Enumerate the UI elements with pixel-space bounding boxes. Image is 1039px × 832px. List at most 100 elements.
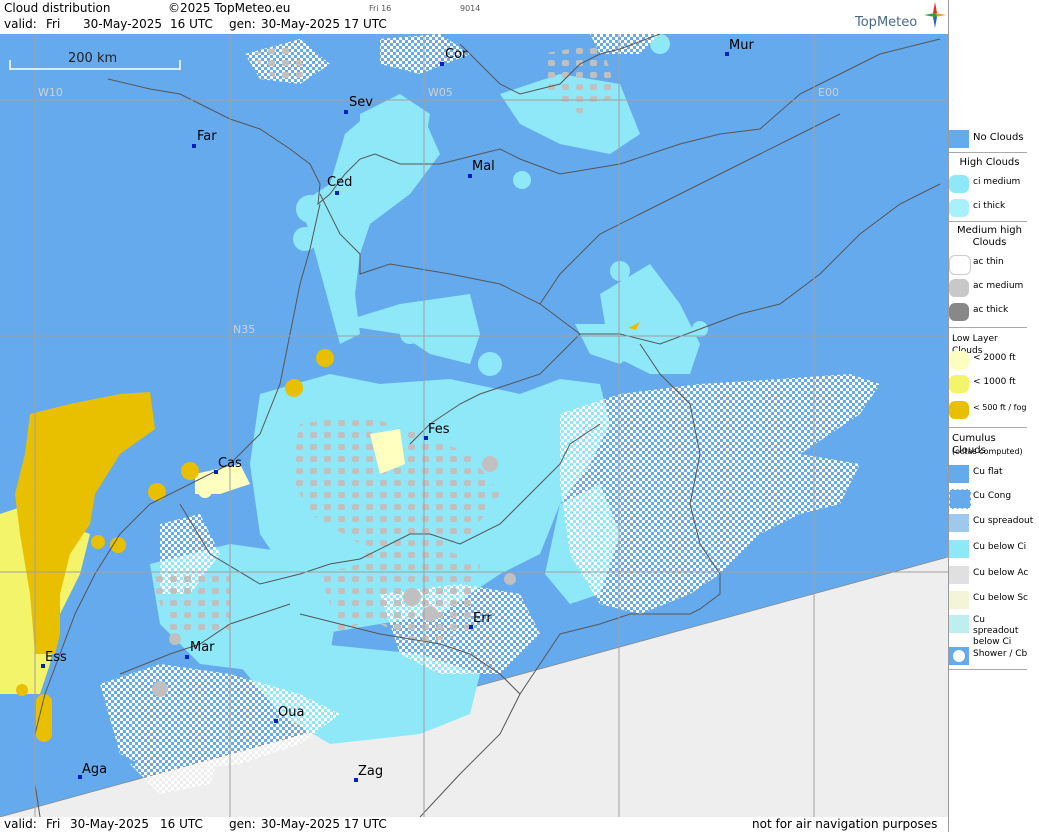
legend-label: Cu Cong (973, 491, 1012, 501)
legend-swatch (949, 465, 969, 483)
legend-no-clouds: No Clouds (949, 128, 1027, 150)
scale-label: 200 km (68, 51, 118, 66)
footer-note: not for air navigation purposes (752, 817, 938, 831)
legend-label: Shower / Cb (973, 649, 1028, 659)
legend-label: ci thick (973, 201, 1006, 211)
legend-swatch (949, 175, 969, 193)
city-dot (440, 62, 444, 66)
valid-day: Fri (46, 17, 61, 31)
valid-time: 16 UTC (170, 17, 213, 31)
legend-label: < 1000 ft (973, 377, 1016, 387)
footer-valid-date: 30-May-2025 (70, 817, 150, 831)
city-aga: Aga (82, 762, 108, 777)
legend-ac-thick: ac thick (949, 301, 1027, 323)
legend-swatch (949, 199, 969, 217)
city-mur: Mur (729, 38, 754, 53)
legend-swatch (949, 540, 969, 558)
legend-cu-below-sc: Cu below Sc (949, 589, 1028, 611)
valid-label: valid: (4, 17, 37, 31)
city-dot (468, 174, 472, 178)
legend-ci-medium: ci medium (949, 173, 1027, 195)
map-header: Cloud distribution ©2025 TopMeteo.eu Fri… (0, 0, 948, 34)
legend-swatch (949, 566, 969, 584)
city-sev: Sev (349, 95, 373, 110)
header-tag-code: 9014 (460, 4, 481, 13)
legend-low-1000: < 1000 ft (949, 373, 1027, 395)
legend-cu-below-ac: Cu below Ac (949, 564, 1029, 586)
header-tag-day: Fri 16 (369, 4, 392, 13)
legend-label: Cu below Ci (973, 542, 1027, 552)
valid-date: 30-May-2025 (83, 17, 163, 31)
map-legend: No Clouds High Clouds ci medium ci thick… (948, 0, 1039, 832)
legend-cu-flat: Cu flat (949, 463, 1027, 485)
legend-octas: (octas computed) (952, 447, 1023, 456)
footer-gen-value: 30-May-2025 17 UTC (261, 817, 387, 831)
city-dot (335, 191, 339, 195)
city-fes: Fes (428, 422, 450, 437)
compass-icon (924, 2, 946, 28)
legend-swatch (949, 401, 969, 419)
copyright: ©2025 TopMeteo.eu (168, 1, 291, 15)
legend-label: Cu below Ac (973, 568, 1029, 578)
legend-swatch (949, 303, 969, 321)
city-mar: Mar (190, 640, 215, 655)
legend-ac-medium: ac medium (949, 277, 1027, 299)
legend-cu-spreadout: Cu spreadout (949, 512, 1033, 534)
city-oua: Oua (278, 705, 305, 720)
legend-swatch (949, 130, 969, 148)
grid-label-w10: W10 (38, 86, 63, 99)
legend-ac-thin: ac thin (949, 253, 1027, 275)
legend-shower-cb: Shower / Cb (949, 645, 1027, 667)
map-footer: valid: Fri 30-May-2025 16 UTC gen: 30-Ma… (0, 817, 948, 832)
legend-label: Cu spreadout (973, 516, 1034, 526)
legend-cu-cong: Cu Cong (949, 487, 1027, 509)
legend-cu-below-ci: Cu below Ci (949, 538, 1027, 560)
gen-value: 30-May-2025 17 UTC (261, 17, 387, 31)
legend-swatch (949, 489, 971, 509)
city-ess: Ess (45, 650, 67, 665)
legend-label: Cu below Sc (973, 593, 1028, 603)
footer-valid-day: Fri (46, 817, 61, 831)
city-dot (192, 144, 196, 148)
grid-label-w05: W05 (428, 86, 453, 99)
legend-fog: < 500 ft / fog (949, 399, 1027, 421)
legend-low-2000: < 2000 ft (949, 349, 1027, 371)
city-mal: Mal (472, 159, 495, 174)
cloud-map[interactable]: 200 km W10 W05 E00 N35 Cor Mur Sev Far M… (0, 34, 948, 817)
city-dot (344, 110, 348, 114)
city-cas: Cas (218, 456, 242, 471)
legend-heading-medium: Medium high Clouds (957, 225, 1022, 248)
legend-swatch (949, 255, 971, 275)
legend-swatch (949, 647, 969, 665)
legend-ci-thick: ci thick (949, 197, 1027, 219)
legend-swatch (949, 514, 969, 532)
gen-label: gen: (229, 17, 256, 31)
city-ced: Ced (327, 175, 353, 190)
city-zag: Zag (358, 764, 384, 779)
legend-heading-high: High Clouds (959, 157, 1020, 168)
city-far: Far (197, 129, 217, 144)
map-title: Cloud distribution (4, 1, 111, 15)
city-dot (185, 655, 189, 659)
legend-label: ac thin (973, 257, 1004, 267)
legend-label: ci medium (973, 177, 1021, 187)
city-err: Err (473, 611, 492, 626)
legend-swatch (949, 375, 969, 393)
legend-swatch (949, 279, 969, 297)
legend-swatch (949, 591, 969, 609)
legend-label: Cu spreadout below Ci (973, 615, 1019, 647)
legend-label: ac thick (973, 305, 1009, 315)
cloud-map-canvas (0, 34, 948, 817)
legend-swatch (949, 615, 969, 633)
footer-valid-time: 16 UTC (160, 817, 203, 831)
city-cor: Cor (445, 47, 468, 62)
footer-valid-label: valid: (4, 817, 37, 831)
legend-label: < 500 ft / fog (973, 403, 1027, 412)
legend-label: No Clouds (973, 132, 1024, 143)
legend-label: < 2000 ft (973, 353, 1016, 363)
legend-cu-spreadout-below-ci: Cu spreadout below Ci (949, 613, 1027, 647)
footer-gen-label: gen: (229, 817, 256, 831)
brand-logo-text: TopMeteo (855, 15, 918, 30)
grid-label-n35: N35 (233, 323, 256, 336)
legend-label: ac medium (973, 281, 1024, 291)
